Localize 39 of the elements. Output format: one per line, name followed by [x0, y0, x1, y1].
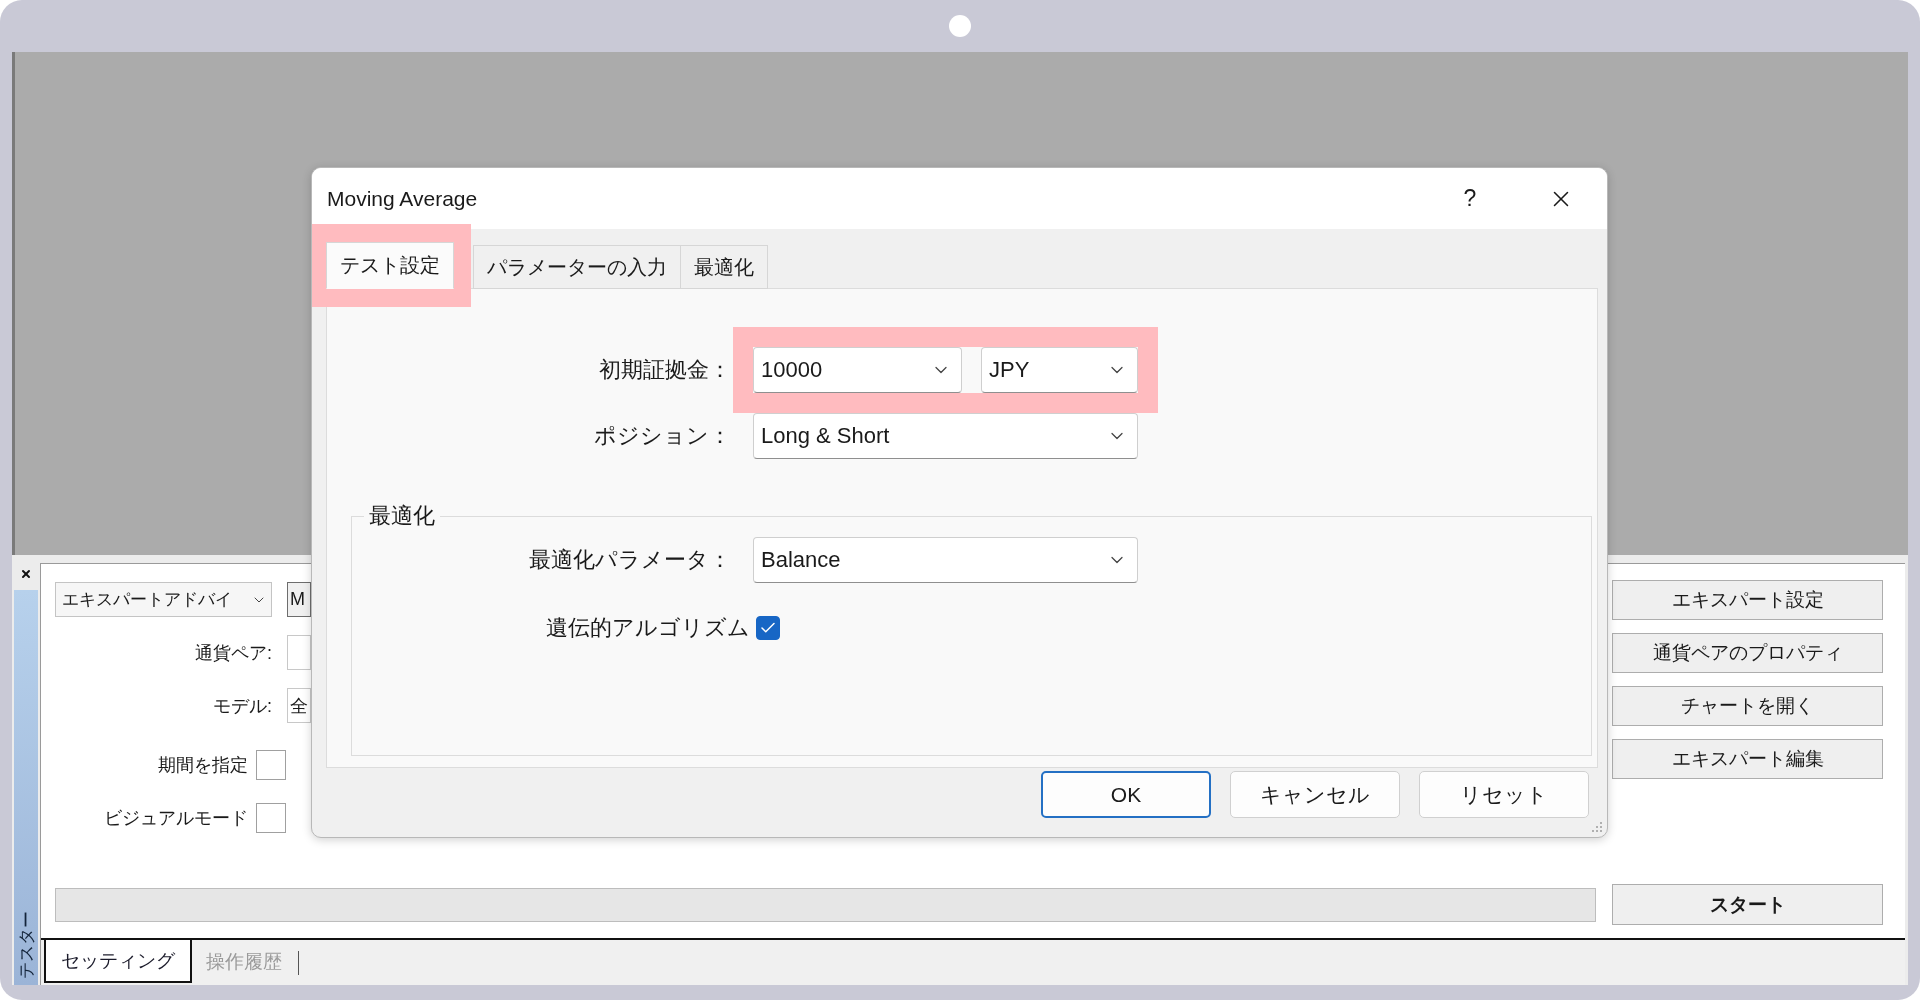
field-label: ポジション： — [593, 422, 731, 450]
position-select[interactable]: Long & Short — [753, 413, 1138, 459]
panel-button[interactable]: 通貨ペアのプロパティ — [1612, 633, 1883, 673]
field-label: 通貨ペア: — [194, 641, 272, 665]
dialog-button[interactable]: キャンセル — [1230, 771, 1400, 818]
start-button[interactable]: スタート — [1612, 884, 1883, 925]
expert-select[interactable]: エキスパートアドバイ — [55, 582, 272, 617]
side-tab[interactable]: テスター — [14, 590, 38, 985]
deposit-select[interactable]: 10000 — [753, 347, 962, 393]
panel-button[interactable]: チャートを開く — [1612, 686, 1883, 726]
tab[interactable]: テスト設定 — [326, 242, 454, 289]
close-icon[interactable] — [20, 568, 32, 580]
group-title: 最適化 — [368, 502, 436, 530]
checkbox[interactable] — [756, 616, 780, 640]
field-label: 初期証拠金： — [598, 356, 731, 384]
dialog-button[interactable]: リセット — [1419, 771, 1589, 818]
resize-grip-icon[interactable] — [1591, 821, 1603, 833]
side-tab-label: テスター — [15, 910, 37, 978]
dialog-button[interactable]: OK — [1041, 771, 1211, 818]
input-field[interactable]: 全 — [287, 688, 311, 723]
panel-button[interactable]: エキスパート設定 — [1612, 580, 1883, 620]
parameter-select[interactable]: Balance — [753, 537, 1138, 583]
checkbox[interactable] — [256, 803, 286, 833]
checkbox-label: ビジュアルモード — [103, 807, 248, 830]
checkbox-label: 期間を指定 — [157, 754, 248, 777]
tab[interactable]: 最適化 — [680, 245, 768, 289]
checkbox-label: 遺伝的アルゴリズム — [545, 614, 750, 642]
tab[interactable]: セッティング — [44, 940, 192, 983]
input-field[interactable]: M — [287, 582, 311, 617]
checkbox[interactable] — [256, 750, 286, 780]
input-field[interactable] — [287, 635, 311, 670]
currency-select[interactable]: JPY — [981, 347, 1138, 393]
tab[interactable]: パラメーターの入力 — [473, 245, 681, 289]
help-button[interactable]: ? — [1425, 168, 1515, 229]
field-label: 最適化パラメータ： — [528, 546, 731, 574]
camera-dot-icon — [949, 15, 971, 37]
panel-button[interactable]: エキスパート編集 — [1612, 739, 1883, 779]
field-label: モデル: — [212, 694, 272, 718]
window-title: Moving Average — [327, 186, 478, 211]
